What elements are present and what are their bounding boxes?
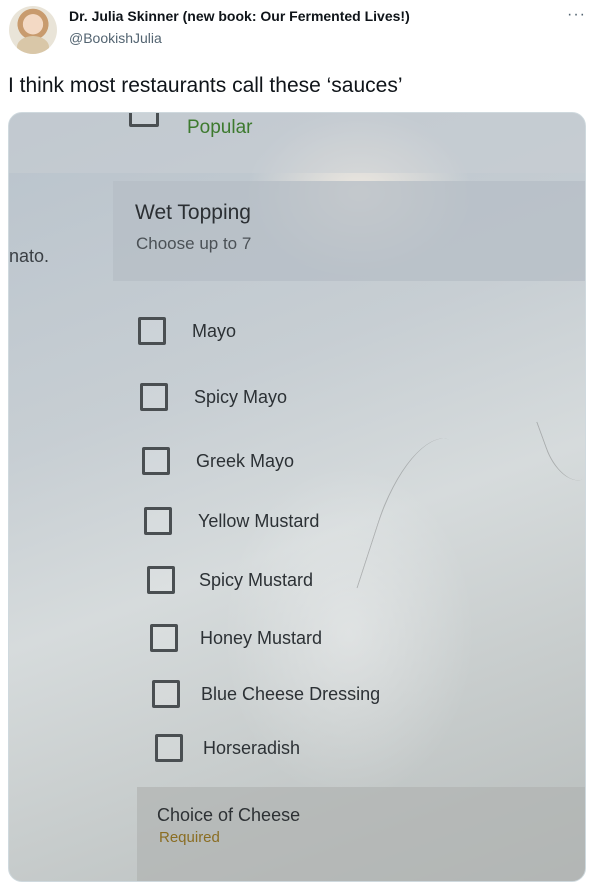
cut-off-text: nato.	[9, 246, 50, 266]
wet-topping-header	[113, 181, 585, 281]
photo-top-band	[9, 113, 585, 173]
screen-scratch	[356, 426, 476, 610]
user-handle[interactable]: @BookishJulia	[69, 30, 162, 46]
required-label: Required	[159, 829, 220, 846]
tweet-text: I think most restaurants call these ‘sau…	[8, 74, 403, 97]
more-options-icon[interactable]: ···	[567, 6, 586, 24]
checkbox-greek-mayo[interactable]	[142, 447, 170, 475]
checkbox-spicy-mustard[interactable]	[147, 566, 175, 594]
option-label: Blue Cheese Dressing	[201, 684, 381, 704]
tweet-photo[interactable]: Popular nato. Wet Topping Choose up to 7…	[8, 112, 586, 882]
option-label: Yellow Mustard	[198, 511, 320, 531]
tweet-header: Dr. Julia Skinner (new book: Our Ferment…	[0, 0, 600, 70]
option-label: Honey Mustard	[200, 628, 323, 648]
checkbox-popular[interactable]	[129, 113, 159, 127]
option-label: Spicy Mayo	[194, 387, 288, 407]
option-label: Spicy Mustard	[199, 570, 314, 590]
checkbox-honey-mustard[interactable]	[150, 624, 178, 652]
next-section-title: Choice of Cheese	[157, 805, 301, 825]
checkbox-blue-cheese-dressing[interactable]	[152, 680, 180, 708]
option-label: Horseradish	[203, 738, 301, 758]
checkbox-mayo[interactable]	[138, 317, 166, 345]
checkbox-spicy-mayo[interactable]	[140, 383, 168, 411]
checkbox-horseradish[interactable]	[155, 734, 183, 762]
popular-label: Popular	[187, 117, 253, 138]
screen-scratch	[536, 408, 585, 488]
section-title: Wet Topping	[135, 201, 251, 224]
checkbox-yellow-mustard[interactable]	[144, 507, 172, 535]
option-label: Mayo	[192, 321, 237, 341]
avatar[interactable]	[9, 6, 57, 54]
option-label: Greek Mayo	[196, 451, 295, 471]
section-subtitle: Choose up to 7	[136, 234, 252, 253]
display-name[interactable]: Dr. Julia Skinner (new book: Our Ferment…	[69, 8, 410, 24]
